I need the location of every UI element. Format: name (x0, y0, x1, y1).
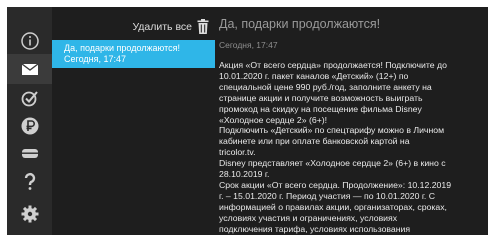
message-date: Сегодня, 17:47 (64, 54, 127, 64)
app-screen: Удалить все Да, подарки продолжаются! Се… (7, 7, 488, 235)
sidebar-item-messages[interactable] (7, 54, 52, 84)
message-title: Да, подарки продолжаются! (64, 43, 180, 53)
trash-icon (197, 19, 209, 34)
delete-all-button[interactable]: Удалить все (132, 19, 209, 34)
sidebar-item-help[interactable] (7, 166, 52, 196)
ruble-icon (21, 117, 38, 135)
message-detail: Да, подарки продолжаются! Сегодня, 17:47… (219, 7, 485, 235)
list-item[interactable]: Да, подарки продолжаются! Сегодня, 17:47 (52, 40, 215, 68)
sidebar-item-settings[interactable] (7, 199, 52, 229)
envelope-icon (21, 63, 38, 75)
sidebar-item-info[interactable] (7, 26, 52, 56)
sidebar-item-status[interactable] (7, 83, 52, 113)
info-icon (20, 32, 39, 50)
message-detail-title: Да, подарки продолжаются! (219, 17, 381, 31)
message-list-panel: Удалить все Да, подарки продолжаются! Се… (52, 7, 215, 235)
card-icon (21, 149, 38, 158)
gear-icon (21, 205, 38, 223)
delete-all-label: Удалить все (132, 20, 192, 33)
sidebar-item-card[interactable] (7, 138, 52, 168)
checkmark-circle-icon (21, 91, 38, 107)
question-icon (24, 172, 35, 190)
sidebar-item-payment[interactable] (7, 111, 52, 141)
message-detail-date: Сегодня, 17:47 (219, 40, 278, 50)
sidebar (7, 7, 52, 235)
message-detail-body: Акция «От всего сердца» продолжается! По… (219, 60, 452, 235)
